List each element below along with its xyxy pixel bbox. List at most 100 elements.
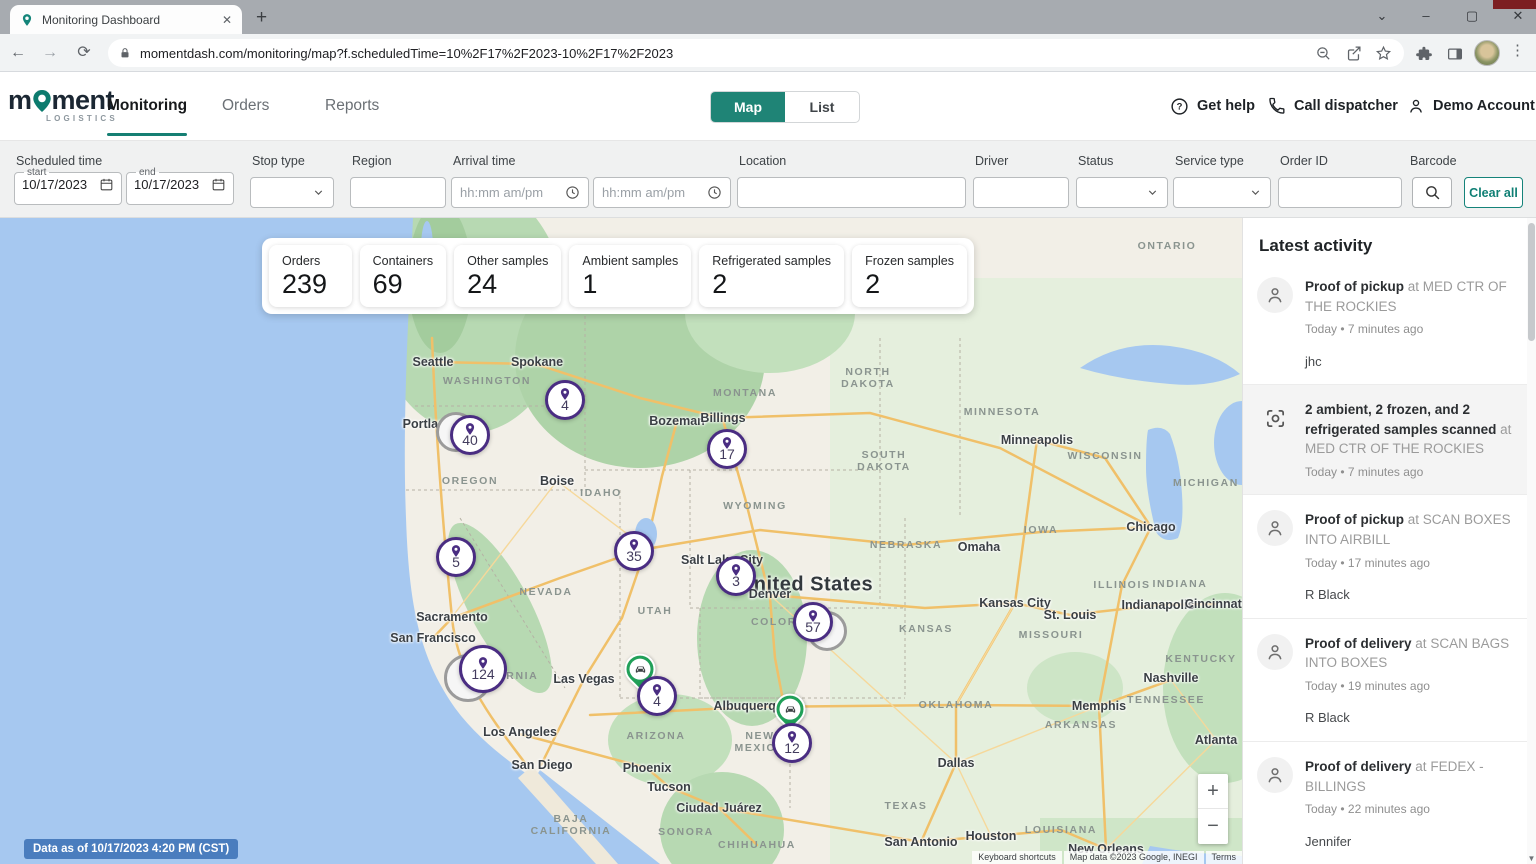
terms-link[interactable]: Terms [1206, 851, 1243, 864]
logo-subtitle: LOGISTICS [46, 114, 108, 123]
tab-monitoring[interactable]: Monitoring [107, 72, 187, 140]
map-cluster-marker[interactable]: 40 [450, 415, 490, 455]
driver-input[interactable] [973, 177, 1069, 208]
extensions-puzzle-icon[interactable] [1412, 42, 1436, 66]
profile-avatar[interactable] [1474, 40, 1500, 66]
cluster-count: 12 [784, 741, 800, 756]
arrival-end-input[interactable]: hh:mm am/pm [593, 177, 731, 208]
browser-toolbar: ← → ⟳ momentdash.com/monitoring/map?f.sc… [0, 34, 1536, 72]
map-data-credit: Map data ©2023 Google, INEGI [1064, 851, 1204, 864]
tab-reports[interactable]: Reports [325, 72, 379, 140]
back-button[interactable]: ← [6, 41, 30, 65]
end-date-field[interactable]: end 10/17/2023 [126, 167, 234, 205]
refrigerated-samples-card[interactable]: Refrigerated samples2 [699, 245, 844, 307]
zoom-out-button[interactable]: − [1198, 809, 1228, 844]
map-cluster-marker[interactable]: 5 [436, 537, 476, 577]
cluster-count: 40 [462, 433, 478, 448]
activity-author: Jennifer [1305, 833, 1518, 852]
toggle-list-button[interactable]: List [785, 92, 859, 122]
account-menu[interactable]: Demo Account [1407, 72, 1535, 140]
cluster-count: 57 [805, 620, 821, 635]
zoom-page-icon[interactable] [1312, 42, 1334, 64]
status-select[interactable] [1076, 177, 1168, 208]
start-date-field[interactable]: start 10/17/2023 [14, 167, 122, 205]
scrollbar-thumb[interactable] [1528, 223, 1535, 341]
map-canvas[interactable]: United States Orders239 Containers69 Oth… [0, 218, 1242, 864]
vehicle-icon [633, 662, 647, 676]
logo-text-2: ment [52, 85, 115, 116]
activity-timestamp: Today • 17 minutes ago [1305, 555, 1518, 572]
new-tab-button[interactable]: + [256, 7, 267, 29]
filter-bar: Scheduled time start 10/17/2023 end 10/1… [0, 141, 1536, 218]
frozen-samples-card[interactable]: Frozen samples2 [852, 245, 967, 307]
window-minimize-button[interactable]: – [1406, 0, 1446, 34]
region-label: Region [352, 154, 392, 168]
toggle-map-button[interactable]: Map [711, 92, 785, 122]
data-freshness-badge: Data as of 10/17/2023 4:20 PM (CST) [24, 839, 238, 859]
map-cluster-marker[interactable]: 35 [614, 531, 654, 571]
map-cluster-marker[interactable]: 4 [545, 380, 585, 420]
forward-button[interactable]: → [38, 41, 62, 65]
logo-text: m [8, 85, 32, 116]
vehicle-icon [783, 702, 797, 716]
zoom-in-button[interactable]: + [1198, 774, 1228, 809]
chevron-down-icon [1249, 186, 1262, 199]
map-cluster-marker[interactable]: 12 [772, 723, 812, 763]
map-cluster-marker[interactable]: 57 [793, 602, 833, 642]
tab-search-chevron-icon[interactable]: ⌄ [1362, 0, 1402, 34]
clock-icon [707, 185, 722, 200]
ambient-samples-card[interactable]: Ambient samples1 [569, 245, 691, 307]
map-cluster-marker[interactable]: 17 [707, 429, 747, 469]
clear-all-button[interactable]: Clear all [1464, 177, 1523, 208]
activity-item[interactable]: Proof of delivery at SCAN BAGS INTO BOXE… [1243, 619, 1536, 742]
activity-item[interactable]: Proof of pickup at SCAN BOXES INTO AIRBI… [1243, 495, 1536, 618]
tab-title: Monitoring Dashboard [42, 13, 214, 27]
chevron-down-icon [312, 186, 325, 199]
tab-close-icon[interactable]: ✕ [222, 13, 232, 27]
calendar-icon [211, 177, 226, 192]
person-icon [1407, 97, 1425, 115]
url-text[interactable]: momentdash.com/monitoring/map?f.schedule… [140, 46, 1304, 61]
region-input[interactable] [350, 177, 446, 208]
map-cluster-marker[interactable]: 4 [637, 676, 677, 716]
country-label: United States [739, 574, 873, 597]
containers-card[interactable]: Containers69 [360, 245, 446, 307]
share-icon[interactable] [1342, 42, 1364, 64]
order-id-input[interactable] [1278, 177, 1402, 208]
orders-card[interactable]: Orders239 [269, 245, 352, 307]
service-type-select[interactable] [1173, 177, 1271, 208]
browser-menu-icon[interactable]: ⋮ [1510, 41, 1525, 59]
address-bar[interactable]: momentdash.com/monitoring/map?f.schedule… [108, 39, 1404, 67]
arrival-start-input[interactable]: hh:mm am/pm [451, 177, 589, 208]
scroll-down-icon[interactable]: ▼ [1527, 854, 1536, 863]
sidebar-scrollbar[interactable]: ▼ [1527, 218, 1536, 864]
bookmark-star-icon[interactable] [1372, 42, 1394, 64]
search-icon [1424, 184, 1441, 201]
call-dispatcher-link[interactable]: Call dispatcher [1268, 72, 1398, 140]
browser-tab[interactable]: Monitoring Dashboard ✕ [10, 5, 242, 34]
cluster-count: 35 [626, 549, 642, 564]
driver-label: Driver [975, 154, 1008, 168]
chevron-down-icon [1146, 186, 1159, 199]
moment-logistics-logo[interactable]: m ment LOGISTICS [8, 85, 108, 123]
service-type-label: Service type [1175, 154, 1244, 168]
reload-button[interactable]: ⟳ [72, 41, 96, 65]
vehicle-marker[interactable] [775, 694, 806, 725]
map-zoom-control: + − [1198, 774, 1228, 844]
keyboard-shortcuts-link[interactable]: Keyboard shortcuts [972, 851, 1062, 864]
window-maximize-button[interactable]: ▢ [1452, 0, 1492, 34]
status-label: Status [1078, 154, 1113, 168]
stop-type-select[interactable] [250, 177, 334, 208]
side-panel-icon[interactable] [1443, 42, 1467, 66]
activity-item[interactable]: Proof of delivery at FEDEX - BILLINGS To… [1243, 742, 1536, 864]
map-cluster-marker[interactable]: 3 [716, 556, 756, 596]
activity-item[interactable]: Proof of pickup at MED CTR OF THE ROCKIE… [1243, 262, 1536, 385]
location-input[interactable] [737, 177, 966, 208]
barcode-search-button[interactable] [1412, 177, 1452, 208]
map-cluster-marker[interactable]: 124 [459, 645, 507, 693]
tab-orders[interactable]: Orders [222, 72, 269, 140]
phone-icon [1268, 97, 1286, 115]
activity-item[interactable]: 2 ambient, 2 frozen, and 2 refrigerated … [1243, 385, 1536, 495]
other-samples-card[interactable]: Other samples24 [454, 245, 561, 307]
get-help-link[interactable]: ? Get help [1170, 72, 1255, 140]
